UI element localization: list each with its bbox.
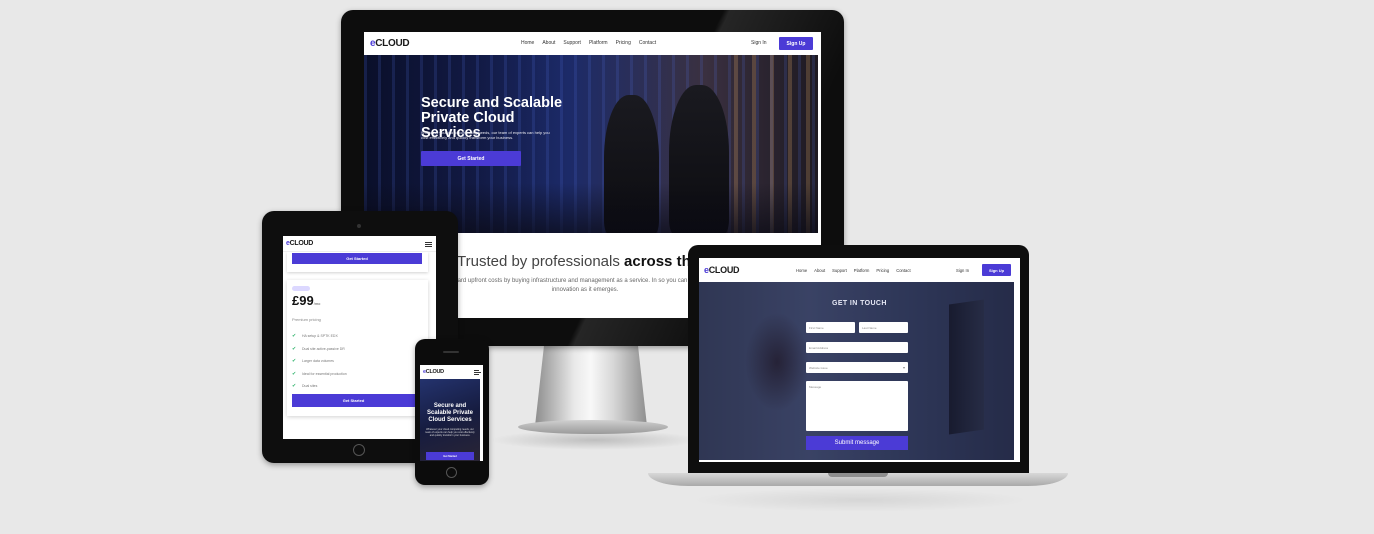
list-item: ✔ Dual site active-passive DR	[292, 345, 345, 352]
nav-link-platform[interactable]: Platform	[854, 268, 870, 273]
brand-logo[interactable]: eCLOUD	[423, 369, 444, 375]
tablet-get-started-button-top[interactable]: Get Started	[292, 253, 422, 264]
tablet-camera	[357, 224, 361, 228]
laptop-nav-links: Home About Support Platform Pricing Cont…	[796, 268, 911, 273]
desktop-navbar: eCLOUD Home About Support Platform Prici…	[364, 32, 821, 55]
hero-subtitle: Whatever your cloud computing needs, our…	[421, 130, 550, 140]
nav-link-home[interactable]: Home	[796, 268, 807, 273]
plan-badge	[292, 286, 310, 291]
signup-button[interactable]: Sign Up	[982, 264, 1011, 276]
check-icon: ✔	[292, 333, 297, 340]
nav-link-support[interactable]: Support	[832, 268, 847, 273]
plan-description: Premium pricing	[292, 317, 321, 322]
tablet-navbar: eCLOUD	[283, 236, 436, 252]
phone-home-button	[446, 467, 457, 478]
nav-link-about[interactable]: About	[814, 268, 825, 273]
phone-navbar: eCLOUD	[420, 365, 483, 379]
contact-title: GET IN TOUCH	[832, 300, 887, 307]
signin-link[interactable]: Sign In	[751, 40, 767, 46]
nav-link-support[interactable]: Support	[563, 40, 581, 46]
nav-link-pricing[interactable]: Pricing	[876, 268, 889, 273]
desktop-nav-links: Home About Support Platform Pricing Cont…	[521, 40, 656, 46]
list-item: ✔ Dual sites	[292, 383, 318, 390]
brand-logo[interactable]: eCLOUD	[286, 240, 313, 247]
laptop-shadow	[690, 488, 1030, 512]
tablet-home-button	[353, 444, 365, 456]
list-item: ✔ Larger data volumes	[292, 358, 334, 365]
phone-hero-subtitle: Whatever your cloud computing needs, our…	[425, 428, 475, 438]
feature-list: ✔ HA setup & SPTK EDX ✔ Dual site active-p…	[292, 330, 422, 393]
nav-link-platform[interactable]: Platform	[589, 40, 608, 46]
nav-link-home[interactable]: Home	[521, 40, 534, 46]
phone-speaker	[443, 351, 459, 353]
nav-link-about[interactable]: About	[542, 40, 555, 46]
desktop-hero-image	[364, 55, 818, 233]
hamburger-menu-icon[interactable]	[425, 242, 432, 247]
laptop-navbar: eCLOUD Home About Support Platform Prici…	[699, 258, 1020, 282]
message-textarea[interactable]: Message	[806, 381, 908, 431]
list-item: ✔ Ideal for essential production	[292, 370, 347, 377]
trusted-subtitle: ard upfront costs by buying infrastructu…	[457, 278, 713, 293]
email-field[interactable]: Email Address	[806, 342, 908, 353]
chevron-down-icon: ▾	[902, 365, 905, 370]
check-icon: ✔	[292, 345, 297, 352]
list-item: ✔ HA setup & SPTK EDX	[292, 333, 338, 340]
tablet-get-started-button[interactable]: Get Started	[292, 394, 415, 407]
phone-hero-title: Secure and Scalable Private Cloud Servic…	[426, 403, 474, 423]
laptop-notch	[828, 473, 888, 477]
submit-message-button[interactable]: Submit message	[806, 436, 908, 450]
signin-link[interactable]: Sign In	[956, 268, 969, 273]
nav-link-pricing[interactable]: Pricing	[616, 40, 631, 46]
signup-button[interactable]: Sign Up	[779, 37, 813, 50]
check-icon: ✔	[292, 370, 297, 377]
first-name-field[interactable]: First Name	[806, 322, 855, 333]
monitor-stand	[535, 346, 647, 426]
brand-logo[interactable]: eCLOUD	[704, 265, 740, 275]
check-icon: ✔	[292, 358, 297, 365]
monitor-stand-base	[518, 420, 668, 434]
hamburger-menu-icon[interactable]	[474, 370, 481, 375]
brand-logo[interactable]: eCLOUD	[370, 38, 410, 49]
last-name-field[interactable]: Last Name	[859, 322, 908, 333]
issue-select[interactable]: Website issue ▾	[806, 362, 908, 373]
get-started-button[interactable]: Get Started	[421, 151, 521, 166]
nav-link-contact[interactable]: Contact	[896, 268, 910, 273]
nav-link-contact[interactable]: Contact	[639, 40, 656, 46]
phone-get-started-button[interactable]: Get Started	[426, 452, 474, 460]
plan-price: £99/mo	[292, 293, 321, 308]
check-icon: ✔	[292, 383, 297, 390]
